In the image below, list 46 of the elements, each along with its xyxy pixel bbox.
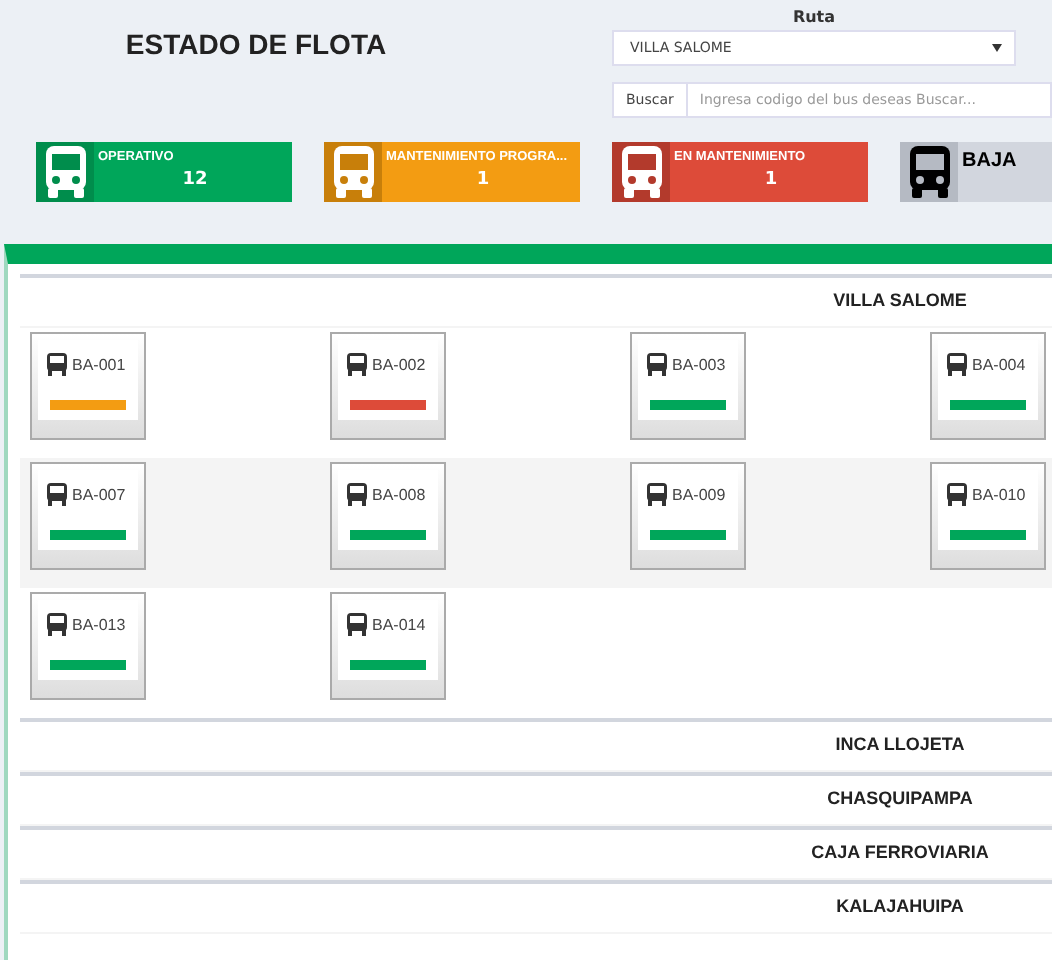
bus-icon [346, 612, 368, 636]
bus-icon [346, 352, 368, 376]
bus-icon [46, 482, 68, 506]
bus-icon [646, 482, 668, 506]
bus-code: BA-014 [372, 615, 426, 633]
bus-card[interactable]: BA-003 [630, 332, 746, 440]
status-label: BAJA [962, 150, 1019, 172]
bus-card[interactable]: BA-010 [930, 462, 1046, 570]
route-name: CAJA FERROVIARIA [811, 842, 989, 862]
bus-code: BA-013 [72, 615, 126, 633]
status-count: 12 [180, 170, 210, 190]
bus-icon [946, 482, 968, 506]
route-name: KALAJAHUIPA [836, 896, 964, 916]
route-name: INCA LLOJETA [835, 734, 965, 754]
bus-icon [46, 612, 68, 636]
status-count: 1 [762, 170, 780, 190]
bus-icon [331, 144, 375, 200]
bus-card[interactable]: BA-007 [30, 462, 146, 570]
bus-code: BA-003 [672, 355, 726, 373]
route-name: CHASQUIPAMPA [827, 788, 973, 808]
status-count: 1 [474, 170, 492, 190]
route-name: VILLA SALOME [833, 290, 967, 310]
bus-code: BA-004 [972, 355, 1026, 373]
bus-code: BA-007 [72, 485, 126, 503]
bus-icon [346, 482, 368, 506]
bus-code: BA-010 [972, 485, 1026, 503]
bus-card[interactable]: BA-009 [630, 462, 746, 570]
bus-code: BA-008 [372, 485, 426, 503]
bus-code: BA-001 [72, 355, 126, 373]
bus-card[interactable]: BA-014 [330, 592, 446, 700]
bus-code: BA-009 [672, 485, 726, 503]
bus-card[interactable]: BA-001 [30, 332, 146, 440]
bus-card[interactable]: BA-004 [930, 332, 1046, 440]
bus-icon [619, 144, 663, 200]
bus-card[interactable]: BA-008 [330, 462, 446, 570]
bus-icon [646, 352, 668, 376]
route-label: Ruta [790, 8, 838, 30]
bus-icon [46, 352, 68, 376]
bus-code: BA-002 [372, 355, 426, 373]
bus-icon [43, 144, 87, 200]
bus-icon [946, 352, 968, 376]
bus-icon [907, 144, 951, 200]
bus-card[interactable]: BA-013 [30, 592, 146, 700]
caret-icon [992, 44, 1002, 52]
bus-card[interactable]: BA-002 [330, 332, 446, 440]
page-title: ESTADO DE FLOTA [123, 26, 389, 64]
